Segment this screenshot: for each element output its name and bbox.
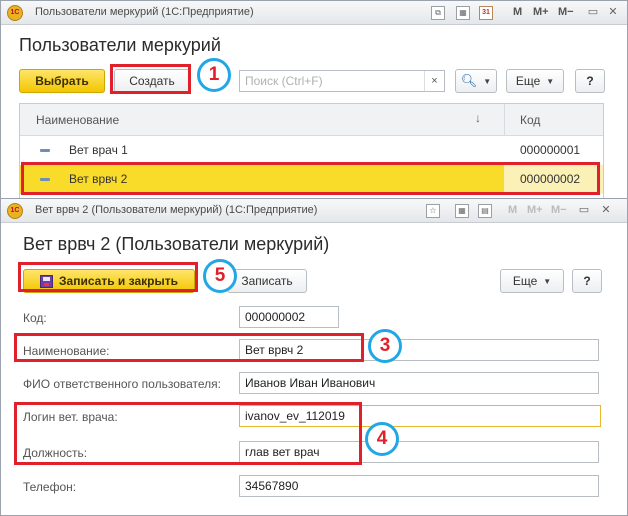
page-title: Пользователи меркурий <box>19 35 221 55</box>
users-table: Наименование ↓ Код Вет врач 1 000000001 … <box>19 103 604 199</box>
memory-m-button[interactable]: M <box>513 6 522 18</box>
help-button[interactable]: ? <box>572 269 602 293</box>
1c-logo-icon: 1C <box>7 5 23 21</box>
row-code: 000000002 <box>520 172 581 186</box>
memory-minus-button[interactable]: M− <box>551 204 567 216</box>
responsible-field[interactable]: Иванов Иван Иванович <box>239 372 599 394</box>
link-icon[interactable]: ⧉ <box>431 6 445 20</box>
table-row[interactable]: Вет врач 1 000000001 <box>20 136 603 165</box>
name-label: Наименование: <box>23 344 110 358</box>
responsible-label: ФИО ответственного пользователя: <box>23 377 221 391</box>
code-label: Код: <box>23 311 47 325</box>
row-code: 000000001 <box>520 143 581 157</box>
search-button[interactable]: 🔍︎ ▼ <box>455 69 497 93</box>
item-icon <box>40 149 50 152</box>
sort-arrow-icon: ↓ <box>475 111 481 125</box>
calculator-icon[interactable]: ▦ <box>455 204 469 218</box>
calendar-icon[interactable]: 31 <box>479 6 493 20</box>
users-list-window: 1C Пользователи меркурий (1С:Предприятие… <box>0 0 628 200</box>
clear-search-icon[interactable]: × <box>424 71 444 91</box>
window2-titlebar: 1C Вет врвч 2 (Пользователи меркурий) (1… <box>1 199 627 223</box>
minimize-icon[interactable]: ▭ <box>577 203 591 217</box>
close-icon[interactable]: ✕ <box>606 5 620 19</box>
form-title: Вет врвч 2 (Пользователи меркурий) <box>23 234 330 254</box>
table-header: Наименование ↓ Код <box>20 104 603 136</box>
column-header-name[interactable]: Наименование <box>36 113 119 127</box>
close-icon[interactable]: ✕ <box>599 203 613 217</box>
table-row-selected[interactable]: Вет врвч 2 000000002 <box>20 165 603 194</box>
calendar-icon[interactable]: ▤ <box>478 204 492 218</box>
chevron-down-icon: ▼ <box>546 76 555 86</box>
favorite-icon[interactable]: ☆ <box>426 204 440 218</box>
item-icon <box>40 178 50 181</box>
annotation-marker-5: 5 <box>203 259 237 293</box>
minimize-icon[interactable]: ▭ <box>586 5 600 19</box>
window2-title: Вет врвч 2 (Пользователи меркурий) (1С:П… <box>35 204 318 216</box>
window1-title: Пользователи меркурий (1С:Предприятие) <box>35 6 254 18</box>
row-name: Вет врвч 2 <box>69 172 128 186</box>
search-placeholder: Поиск (Ctrl+F) <box>245 74 323 88</box>
select-button[interactable]: Выбрать <box>19 69 105 93</box>
phone-field[interactable]: 34567890 <box>239 475 599 497</box>
memory-minus-button[interactable]: M− <box>558 6 574 18</box>
memory-plus-button[interactable]: M+ <box>527 204 543 216</box>
memory-m-button[interactable]: M <box>508 204 517 216</box>
chevron-down-icon: ▼ <box>483 76 492 86</box>
position-field[interactable]: глав вет врач <box>239 441 599 463</box>
save-and-close-label: Записать и закрыть <box>59 274 178 288</box>
help-button[interactable]: ? <box>575 69 605 93</box>
column-divider[interactable] <box>504 104 505 136</box>
save-icon <box>40 274 54 288</box>
1c-logo-icon: 1C <box>7 203 23 219</box>
search-icon: 🔍︎ <box>460 73 478 88</box>
annotation-marker-4: 4 <box>365 422 399 456</box>
create-button[interactable]: Создать <box>114 69 190 93</box>
more-button[interactable]: Еще ▼ <box>506 69 564 93</box>
memory-plus-button[interactable]: M+ <box>533 6 549 18</box>
search-input[interactable]: Поиск (Ctrl+F) × <box>239 70 445 92</box>
user-edit-window: 1C Вет врвч 2 (Пользователи меркурий) (1… <box>0 198 628 516</box>
save-button[interactable]: Записать <box>227 269 307 293</box>
annotation-marker-3: 3 <box>368 329 402 363</box>
column-header-code[interactable]: Код <box>520 113 540 127</box>
phone-label: Телефон: <box>23 480 77 494</box>
calculator-icon[interactable]: ▦ <box>456 6 470 20</box>
name-field[interactable]: Вет врвч 2 <box>239 339 599 361</box>
window1-titlebar: 1C Пользователи меркурий (1С:Предприятие… <box>1 1 627 25</box>
chevron-down-icon: ▼ <box>543 276 552 286</box>
position-label: Должность: <box>23 446 88 460</box>
row-name: Вет врач 1 <box>69 143 128 157</box>
more-label: Еще <box>515 74 541 88</box>
more-label: Еще <box>512 274 538 288</box>
annotation-marker-1: 1 <box>197 58 231 92</box>
code-field[interactable]: 000000002 <box>239 306 339 328</box>
save-and-close-button[interactable]: Записать и закрыть <box>23 269 195 293</box>
login-field[interactable]: ivanov_ev_112019 <box>239 405 601 427</box>
more-button[interactable]: Еще ▼ <box>500 269 564 293</box>
login-label: Логин вет. врача: <box>23 410 118 424</box>
